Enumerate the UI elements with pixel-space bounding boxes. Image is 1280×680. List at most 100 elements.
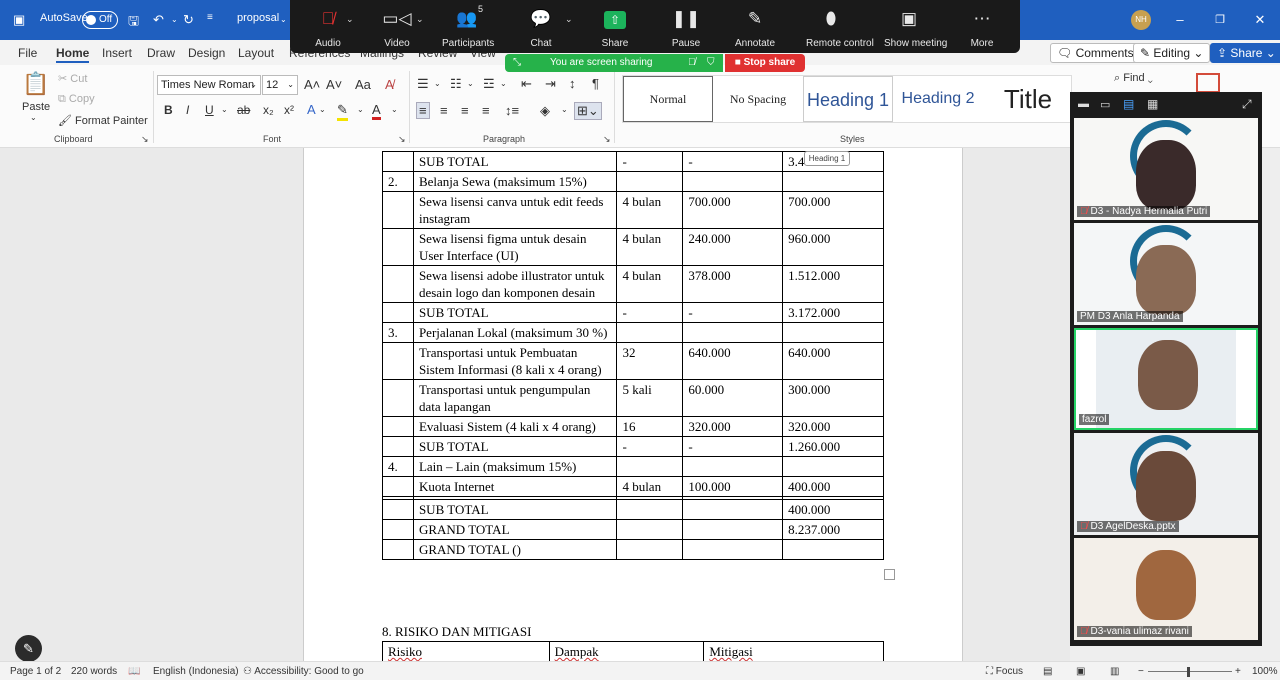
proofing-icon[interactable]: 📖: [128, 666, 140, 677]
cell-price[interactable]: [682, 519, 784, 540]
editing-mode-button[interactable]: ✎ Editing ⌄: [1133, 43, 1211, 63]
cell-qty[interactable]: 4 bulan: [616, 228, 684, 266]
show-meeting-button[interactable]: ▣ Show meeting: [884, 0, 947, 53]
audio-options-icon[interactable]: ⌄: [346, 14, 354, 25]
annotate-button[interactable]: ✎ Annotate: [735, 0, 775, 53]
menu-file[interactable]: File: [18, 46, 37, 60]
cell-price[interactable]: [682, 322, 784, 343]
audio-button[interactable]: 🎙̸ Audio: [310, 0, 346, 53]
cell-price[interactable]: -: [682, 436, 784, 457]
restore-icon[interactable]: ❐: [1210, 10, 1230, 30]
chat-options-icon[interactable]: ⌄: [565, 14, 573, 25]
cell-item[interactable]: GRAND TOTAL (): [412, 539, 618, 560]
participant-tile-active[interactable]: fazrol: [1074, 328, 1258, 430]
menu-home[interactable]: Home: [56, 46, 90, 63]
share-screen-button[interactable]: ⇧ Share: [600, 0, 630, 53]
cell-price[interactable]: [682, 539, 784, 560]
cell-item[interactable]: Transportasi untuk pengumpulan data lapa…: [412, 379, 618, 417]
cell-price[interactable]: 640.000: [682, 342, 784, 380]
cell-price[interactable]: 700.000: [682, 191, 784, 229]
budget-table[interactable]: SUB TOTAL - -3.4 2. Belanja Sewa (maksimum 1…: [382, 151, 884, 560]
web-layout-icon[interactable]: ▥: [1110, 666, 1119, 677]
highlighter-icon[interactable]: ✎: [337, 102, 348, 121]
paste-button[interactable]: Paste: [22, 101, 50, 113]
cell-total[interactable]: 400.000: [782, 476, 884, 497]
cell-qty[interactable]: [616, 456, 684, 477]
cell-total[interactable]: 300.000: [782, 379, 884, 417]
cell-price[interactable]: [682, 171, 784, 192]
cell-no[interactable]: [382, 342, 414, 380]
pause-button[interactable]: ❚❚ Pause: [671, 0, 701, 53]
cell-price[interactable]: [682, 456, 784, 477]
cell-item[interactable]: Sewa lisensi canva untuk edit feeds inst…: [412, 191, 618, 229]
cell-total[interactable]: [782, 539, 884, 560]
format-painter-button[interactable]: 🖌 Format Painter: [58, 114, 148, 127]
bold-icon[interactable]: B: [164, 103, 173, 117]
font-name-combo[interactable]: Times New Roman ⌄: [157, 75, 261, 95]
cell-qty[interactable]: 5 kali: [616, 379, 684, 417]
cell-qty[interactable]: 32: [616, 342, 684, 380]
zoom-level[interactable]: 100%: [1252, 666, 1278, 677]
font-color-icon[interactable]: A: [372, 102, 381, 120]
cell-no[interactable]: [382, 416, 414, 437]
style-heading-1[interactable]: Heading 1: [803, 76, 893, 122]
cell-qty[interactable]: 4 bulan: [616, 476, 684, 497]
screen-sharing-banner[interactable]: ⤡ You are screen sharing 🎙̸ ⛉: [505, 54, 723, 72]
redo-icon[interactable]: ↻: [183, 12, 194, 28]
cell-qty[interactable]: 4 bulan: [616, 265, 684, 303]
cell-total[interactable]: 8.237.000: [782, 519, 884, 540]
cell-no[interactable]: 4.: [382, 456, 414, 477]
style-heading-2[interactable]: Heading 2: [893, 76, 983, 122]
video-options-icon[interactable]: ⌄: [416, 14, 424, 25]
multilevel-list-icon[interactable]: ☲: [483, 76, 495, 92]
cell-item[interactable]: Lain – Lain (maksimum 15%): [412, 456, 618, 477]
read-mode-icon[interactable]: ▤: [1043, 666, 1052, 677]
zoom-in-icon[interactable]: +: [1235, 666, 1241, 677]
cell-item[interactable]: SUB TOTAL: [412, 302, 618, 323]
cell-total[interactable]: 640.000: [782, 342, 884, 380]
cell-no[interactable]: [382, 519, 414, 540]
copy-button[interactable]: ⧉ Copy: [58, 93, 95, 106]
save-icon[interactable]: 🖫: [128, 12, 139, 34]
undo-icon[interactable]: ↶: [153, 12, 164, 28]
cell-total[interactable]: 3.172.000: [782, 302, 884, 323]
cell-total[interactable]: 700.000: [782, 191, 884, 229]
clear-formatting-icon[interactable]: A̸: [385, 77, 394, 92]
text-effects-icon[interactable]: A: [307, 102, 316, 117]
line-spacing-icon[interactable]: ↕≡: [505, 103, 519, 118]
participant-tile[interactable]: 🎙̸ D3 AgelDeska.pptx: [1074, 433, 1258, 535]
superscript-icon[interactable]: x²: [284, 103, 294, 117]
justify-icon[interactable]: ≡: [482, 103, 490, 118]
customize-qat-icon[interactable]: ≡: [207, 12, 213, 23]
cell-item[interactable]: Kuota Internet: [412, 476, 618, 497]
word-count[interactable]: 220 words: [71, 666, 117, 677]
cell-no[interactable]: [382, 151, 414, 172]
minimize-panel-icon[interactable]: ▬: [1078, 98, 1089, 110]
accessibility-status[interactable]: ⚇ Accessibility: Good to go: [243, 666, 364, 677]
cell-price[interactable]: 320.000: [682, 416, 784, 437]
menu-insert[interactable]: Insert: [102, 46, 132, 60]
paragraph-launcher-icon[interactable]: ↘: [603, 134, 611, 145]
clipboard-launcher-icon[interactable]: ↘: [141, 134, 149, 145]
style-no-spacing[interactable]: No Spacing: [713, 76, 803, 122]
align-center-icon[interactable]: ≡: [440, 103, 448, 118]
cell-price[interactable]: [682, 499, 784, 520]
cell-qty[interactable]: -: [616, 302, 684, 323]
more-button[interactable]: ⋯ More: [967, 0, 997, 53]
highlight-dropdown-icon[interactable]: ⌄: [357, 105, 364, 114]
align-left-icon[interactable]: ≡: [416, 102, 430, 119]
cell-qty[interactable]: [616, 519, 684, 540]
autosave-toggle[interactable]: Off: [82, 11, 118, 29]
cell-qty[interactable]: 16: [616, 416, 684, 437]
participant-tile[interactable]: 🎙̸ D3 - Nadya Hermalia Putri: [1074, 118, 1258, 220]
cell-qty[interactable]: 4 bulan: [616, 191, 684, 229]
focus-button[interactable]: ⛶ Focus: [986, 666, 1023, 677]
change-case-icon[interactable]: Aa: [355, 77, 371, 92]
text-effects-dropdown-icon[interactable]: ⌄: [319, 105, 326, 114]
cell-total[interactable]: 960.000: [782, 228, 884, 266]
minimize-icon[interactable]: –: [1170, 10, 1190, 30]
comments-button[interactable]: 🗨 Comments: [1050, 43, 1141, 63]
print-layout-icon[interactable]: ▣: [1076, 666, 1085, 677]
cell-qty[interactable]: [616, 499, 684, 520]
underline-icon[interactable]: U: [205, 103, 214, 117]
